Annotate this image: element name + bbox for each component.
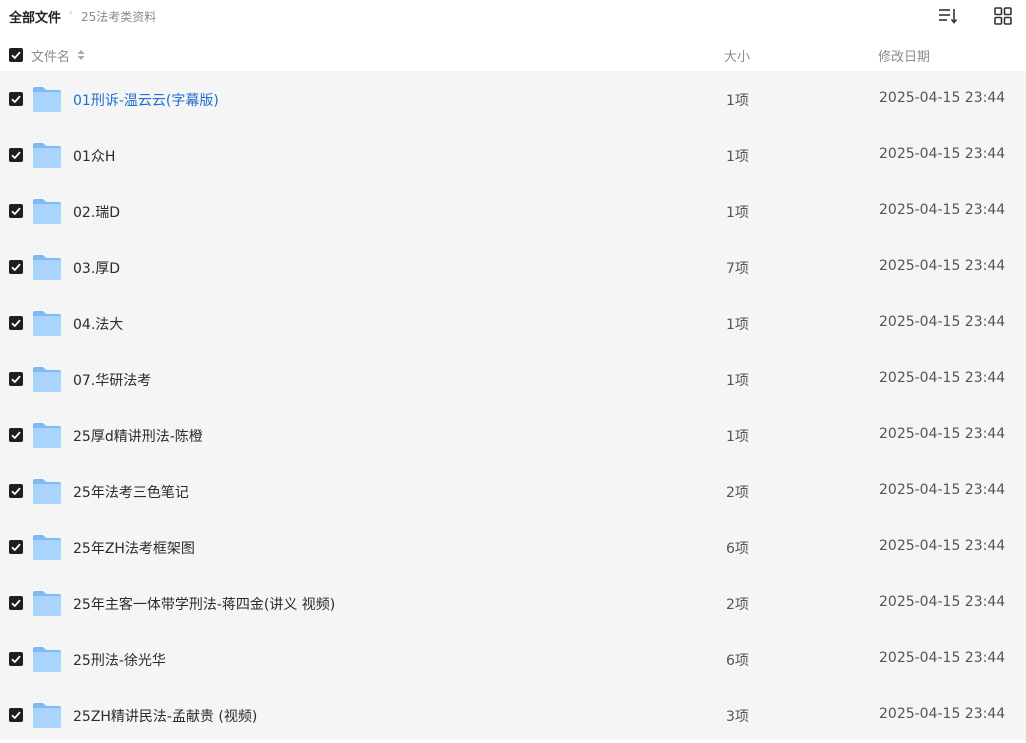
file-size: 1项 <box>726 205 749 221</box>
folder-icon <box>33 255 61 280</box>
table-row[interactable]: 01刑诉-温云云(字幕版) 1项 2025-04-15 23:44 <box>0 71 1026 127</box>
table-row[interactable]: 07.华研法考 1项 2025-04-15 23:44 <box>0 351 1026 407</box>
breadcrumb-separator: › <box>69 8 73 18</box>
check-icon <box>11 599 21 608</box>
file-name[interactable]: 25年ZH法考框架图 <box>73 538 195 558</box>
row-checkbox[interactable] <box>9 708 23 722</box>
file-date: 2025-04-15 23:44 <box>879 202 1006 218</box>
folder-icon <box>33 479 61 504</box>
row-checkbox[interactable] <box>9 92 23 106</box>
file-date: 2025-04-15 23:44 <box>879 146 1006 162</box>
file-size: 7项 <box>726 261 749 277</box>
check-icon <box>11 711 21 720</box>
folder-icon <box>33 535 61 560</box>
table-row[interactable]: 03.厚D 7项 2025-04-15 23:44 <box>0 239 1026 295</box>
check-icon <box>11 51 21 60</box>
folder-icon <box>33 143 61 168</box>
row-checkbox[interactable] <box>9 148 23 162</box>
file-name[interactable]: 07.华研法考 <box>73 370 151 390</box>
row-checkbox[interactable] <box>9 484 23 498</box>
file-name[interactable]: 25ZH精讲民法-孟献贵 (视频) <box>73 706 257 726</box>
file-date: 2025-04-15 23:44 <box>879 90 1006 106</box>
table-row[interactable]: 25年ZH法考框架图 6项 2025-04-15 23:44 <box>0 519 1026 575</box>
file-size: 3项 <box>726 709 749 725</box>
file-name[interactable]: 04.法大 <box>73 314 123 334</box>
check-icon <box>11 151 21 160</box>
file-name[interactable]: 01众H <box>73 146 115 166</box>
file-size: 1项 <box>726 429 749 445</box>
table-row[interactable]: 02.瑞D 1项 2025-04-15 23:44 <box>0 183 1026 239</box>
column-header-date[interactable]: 修改日期 <box>878 46 930 65</box>
check-icon <box>11 655 21 664</box>
check-icon <box>11 207 21 216</box>
breadcrumb-current: 25法考类资料 <box>81 10 157 24</box>
table-row[interactable]: 25ZH精讲民法-孟献贵 (视频) 3项 2025-04-15 23:44 <box>0 687 1026 743</box>
check-icon <box>11 431 21 440</box>
check-icon <box>11 543 21 552</box>
row-checkbox[interactable] <box>9 316 23 330</box>
file-name[interactable]: 25刑法-徐光华 <box>73 650 166 670</box>
file-list: 01刑诉-温云云(字幕版) 1项 2025-04-15 23:44 01众H 1… <box>0 71 1026 740</box>
file-name[interactable]: 25年法考三色笔记 <box>73 482 189 502</box>
sort-arrows-icon[interactable] <box>77 49 85 61</box>
check-icon <box>11 375 21 384</box>
folder-icon <box>33 703 61 728</box>
top-bar: 全部文件 › 25法考类资料 <box>0 0 1026 32</box>
breadcrumb-root[interactable]: 全部文件 <box>9 7 61 26</box>
table-row[interactable]: 25刑法-徐光华 6项 2025-04-15 23:44 <box>0 631 1026 687</box>
file-size: 1项 <box>726 317 749 333</box>
check-icon <box>11 263 21 272</box>
row-checkbox[interactable] <box>9 540 23 554</box>
folder-icon <box>33 647 61 672</box>
grid-view-icon[interactable] <box>992 5 1014 27</box>
file-name[interactable]: 25年主客一体带学刑法-蒋四金(讲义 视频) <box>73 594 335 614</box>
file-size: 6项 <box>726 653 749 669</box>
file-size: 1项 <box>726 149 749 165</box>
check-icon <box>11 487 21 496</box>
file-size: 2项 <box>726 485 749 501</box>
file-date: 2025-04-15 23:44 <box>879 650 1006 666</box>
row-checkbox[interactable] <box>9 204 23 218</box>
select-all-checkbox[interactable] <box>9 48 23 62</box>
folder-icon <box>33 87 61 112</box>
file-size: 1项 <box>726 93 749 109</box>
file-date: 2025-04-15 23:44 <box>879 594 1006 610</box>
folder-icon <box>33 367 61 392</box>
file-size: 2项 <box>726 597 749 613</box>
column-header-size[interactable]: 大小 <box>724 46 750 65</box>
folder-icon <box>33 423 61 448</box>
folder-icon <box>33 311 61 336</box>
row-checkbox[interactable] <box>9 260 23 274</box>
folder-icon <box>33 591 61 616</box>
folder-icon <box>33 199 61 224</box>
column-header-name[interactable]: 文件名 <box>31 46 70 65</box>
sort-list-icon[interactable] <box>937 5 959 27</box>
file-date: 2025-04-15 23:44 <box>879 314 1006 330</box>
check-icon <box>11 319 21 328</box>
row-checkbox[interactable] <box>9 596 23 610</box>
table-row[interactable]: 25厚d精讲刑法-陈橙 1项 2025-04-15 23:44 <box>0 407 1026 463</box>
table-row[interactable]: 25年主客一体带学刑法-蒋四金(讲义 视频) 2项 2025-04-15 23:… <box>0 575 1026 631</box>
file-date: 2025-04-15 23:44 <box>879 482 1006 498</box>
file-date: 2025-04-15 23:44 <box>879 706 1006 722</box>
row-checkbox[interactable] <box>9 372 23 386</box>
table-row[interactable]: 01众H 1项 2025-04-15 23:44 <box>0 127 1026 183</box>
file-name[interactable]: 03.厚D <box>73 258 120 278</box>
file-name[interactable]: 01刑诉-温云云(字幕版) <box>73 90 219 110</box>
file-date: 2025-04-15 23:44 <box>879 258 1006 274</box>
file-name[interactable]: 02.瑞D <box>73 202 120 222</box>
file-size: 6项 <box>726 541 749 557</box>
file-size: 1项 <box>726 373 749 389</box>
check-icon <box>11 95 21 104</box>
table-row[interactable]: 04.法大 1项 2025-04-15 23:44 <box>0 295 1026 351</box>
table-header: 文件名 大小 修改日期 <box>0 40 1026 70</box>
row-checkbox[interactable] <box>9 428 23 442</box>
file-name[interactable]: 25厚d精讲刑法-陈橙 <box>73 426 203 446</box>
file-date: 2025-04-15 23:44 <box>879 426 1006 442</box>
file-date: 2025-04-15 23:44 <box>879 370 1006 386</box>
row-checkbox[interactable] <box>9 652 23 666</box>
file-date: 2025-04-15 23:44 <box>879 538 1006 554</box>
table-row[interactable]: 25年法考三色笔记 2项 2025-04-15 23:44 <box>0 463 1026 519</box>
